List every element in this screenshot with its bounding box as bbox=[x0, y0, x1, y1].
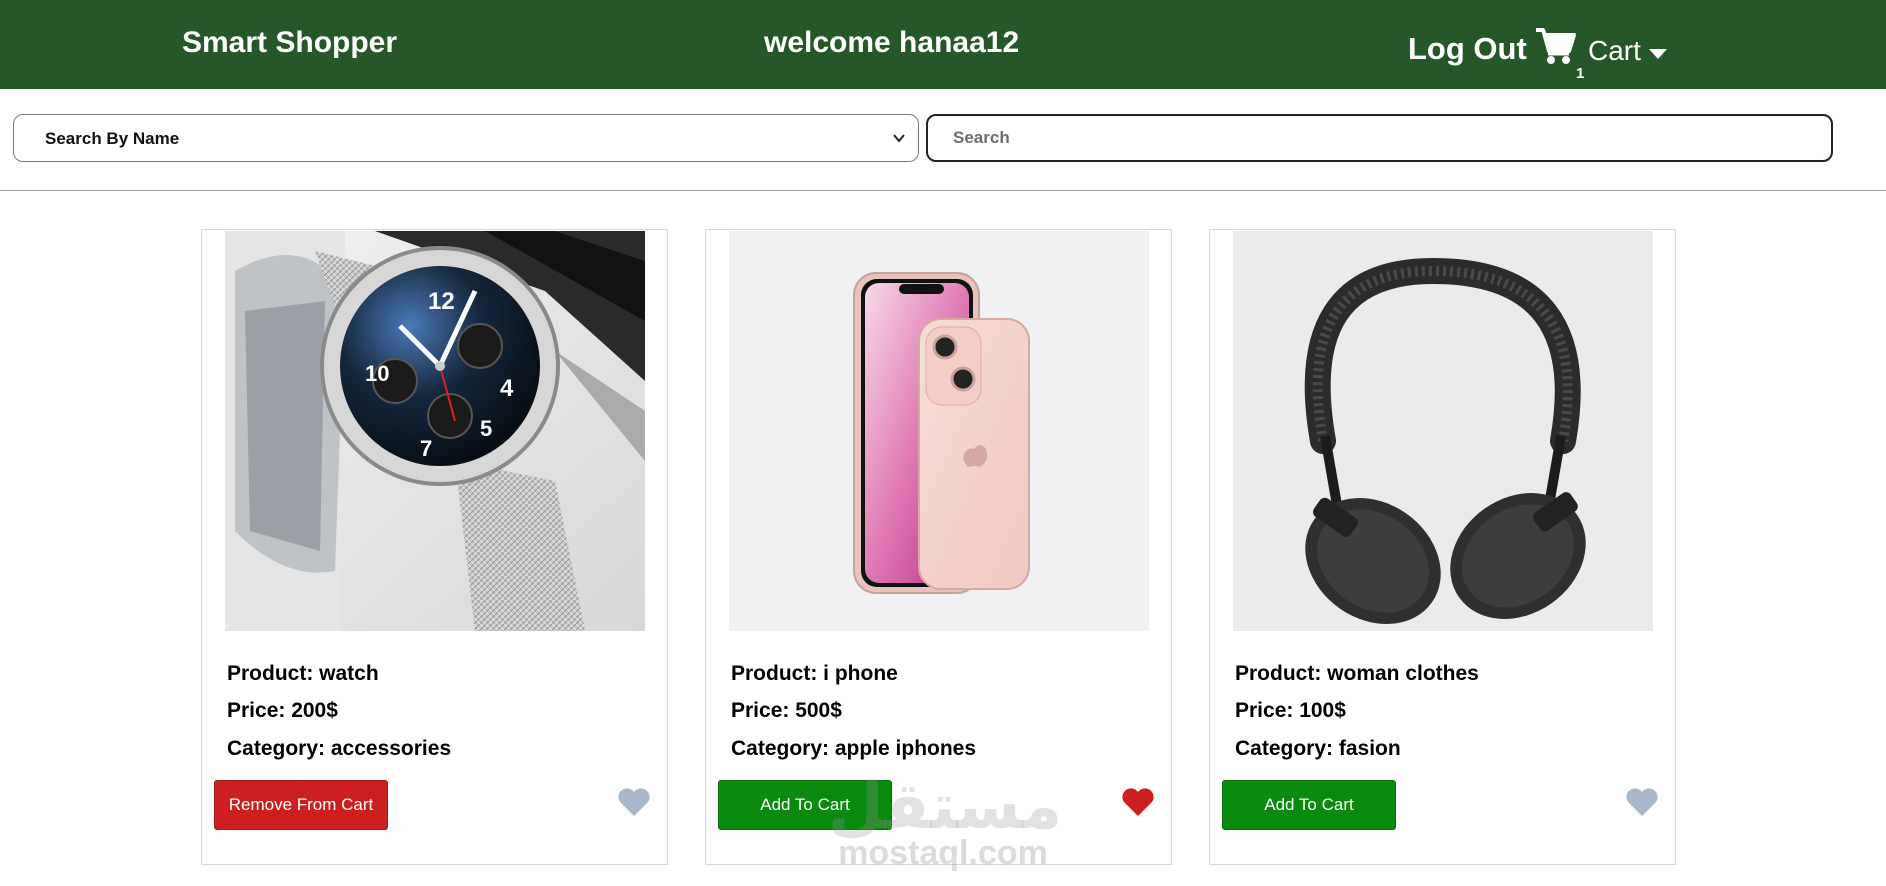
search-bar: Search By Name bbox=[0, 89, 1886, 191]
cart-count-badge: 1 bbox=[1576, 65, 1585, 82]
cart-icon: 1 bbox=[1536, 27, 1584, 82]
product-price: Price: 500$ bbox=[731, 699, 842, 722]
svg-text:10: 10 bbox=[365, 361, 389, 386]
cart-label: Cart bbox=[1588, 35, 1641, 66]
product-card: Product: i phone Price: 500$ Category: a… bbox=[705, 229, 1172, 865]
product-category: Category: accessories bbox=[227, 737, 452, 760]
product-price: Price: 100$ bbox=[1235, 699, 1346, 722]
cart-dropdown[interactable]: 1 Cart bbox=[1536, 27, 1667, 82]
logout-button[interactable]: Log Out bbox=[1408, 31, 1527, 67]
add-to-cart-button[interactable]: Add To Cart bbox=[1222, 780, 1396, 830]
svg-text:7: 7 bbox=[420, 436, 432, 461]
svg-text:12: 12 bbox=[428, 288, 455, 315]
heart-icon[interactable] bbox=[617, 786, 651, 818]
svg-text:4: 4 bbox=[500, 375, 514, 402]
heart-icon[interactable] bbox=[1625, 786, 1659, 818]
product-image bbox=[729, 231, 1149, 631]
heart-icon[interactable] bbox=[1121, 786, 1155, 818]
product-image: 12 4 10 7 5 bbox=[225, 231, 645, 631]
caret-down-icon bbox=[1648, 49, 1667, 59]
product-name: Product: i phone bbox=[731, 662, 898, 685]
svg-text:5: 5 bbox=[480, 416, 492, 441]
product-category: Category: apple iphones bbox=[731, 737, 977, 760]
product-name: Product: woman clothes bbox=[1235, 662, 1479, 685]
product-image bbox=[1233, 231, 1653, 631]
chevron-down-icon bbox=[892, 127, 906, 156]
product-card: 12 4 10 7 5 Product: watch Price: 200$ C… bbox=[201, 229, 668, 865]
add-to-cart-button[interactable]: Add To Cart bbox=[718, 780, 892, 830]
product-card: Product: woman clothes Price: 100$ Categ… bbox=[1209, 229, 1676, 865]
product-name: Product: watch bbox=[227, 662, 379, 685]
product-price: Price: 200$ bbox=[227, 699, 338, 722]
search-type-select[interactable]: Search By Name bbox=[13, 114, 919, 162]
welcome-text: welcome hanaa12 bbox=[764, 26, 1020, 59]
search-input[interactable] bbox=[926, 114, 1833, 162]
brand-title[interactable]: Smart Shopper bbox=[182, 26, 397, 60]
product-category: Category: fasion bbox=[1235, 737, 1401, 760]
remove-from-cart-button[interactable]: Remove From Cart bbox=[214, 780, 388, 830]
search-type-value: Search By Name bbox=[45, 129, 180, 148]
top-navbar: Smart Shopper welcome hanaa12 Log Out 1 … bbox=[0, 0, 1886, 89]
